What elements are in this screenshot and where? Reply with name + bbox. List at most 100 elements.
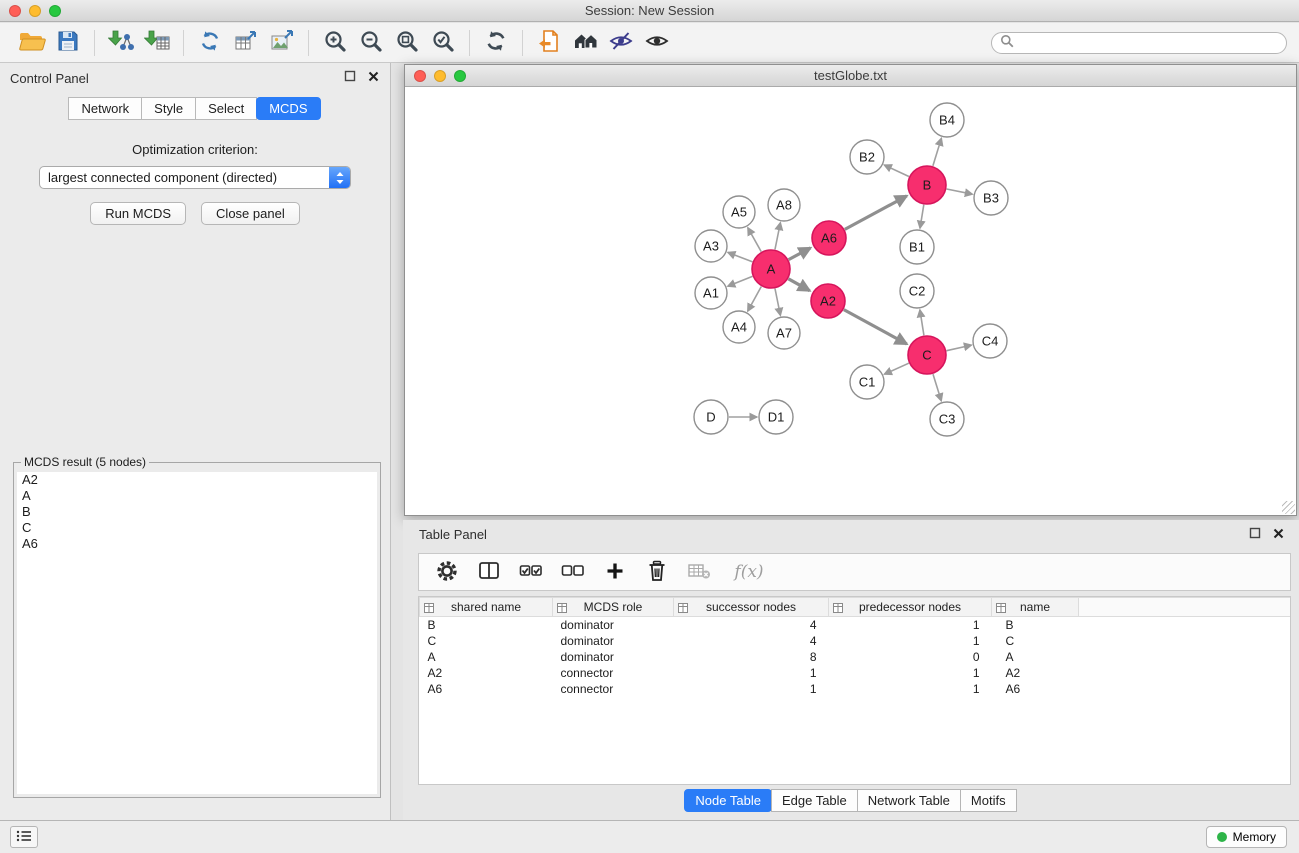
mcds-result-list[interactable]: A2 A B C A6 [17, 472, 377, 794]
tab-select[interactable]: Select [195, 97, 257, 120]
zoom-selected-button[interactable] [425, 27, 461, 59]
graph-node-A1[interactable]: A1 [695, 277, 727, 309]
graph-node-A[interactable]: A [752, 250, 790, 288]
column-header-mcds-role[interactable]: MCDS role [553, 598, 674, 617]
export-network-button[interactable] [192, 27, 228, 59]
graph-edge-A-A2[interactable] [788, 279, 809, 291]
list-item[interactable]: A [17, 488, 377, 504]
graph-node-A3[interactable]: A3 [695, 230, 727, 262]
graph-node-A8[interactable]: A8 [768, 189, 800, 221]
delete-table-button[interactable] [685, 557, 713, 587]
close-panel-button[interactable] [1271, 527, 1285, 541]
import-table-button[interactable] [139, 27, 175, 59]
tab-network-table[interactable]: Network Table [857, 789, 961, 812]
graph-node-B1[interactable]: B1 [900, 230, 934, 264]
graph-edge-A-A4[interactable] [748, 287, 762, 312]
graph-node-A4[interactable]: A4 [723, 311, 755, 343]
graph-node-C1[interactable]: C1 [850, 365, 884, 399]
graph-node-C2[interactable]: C2 [900, 274, 934, 308]
graph-node-B2[interactable]: B2 [850, 140, 884, 174]
close-panel-button[interactable] [366, 70, 380, 84]
graph-edge-A2-C[interactable] [844, 310, 907, 344]
add-column-button[interactable] [601, 557, 629, 587]
table-settings-button[interactable] [433, 557, 461, 587]
list-item[interactable]: C [17, 520, 377, 536]
graph-node-A2[interactable]: A2 [811, 284, 845, 318]
graph-edge-B-B2[interactable] [884, 165, 909, 177]
graph-node-B4[interactable]: B4 [930, 103, 964, 137]
show-graphics-button[interactable] [639, 27, 675, 59]
minimize-window-button[interactable] [29, 5, 41, 17]
home-layout-button[interactable] [567, 27, 603, 59]
column-header-successor-nodes[interactable]: successor nodes [674, 598, 829, 617]
graph-edge-A-A7[interactable] [775, 289, 780, 316]
table-row[interactable]: A2connector11A2 [420, 665, 1291, 681]
graph-edge-A-A1[interactable] [728, 276, 753, 286]
graph-edge-A-A3[interactable] [728, 252, 753, 261]
graph-edge-A-A6[interactable] [789, 248, 811, 260]
graph-edge-B-B4[interactable] [933, 138, 942, 166]
column-header-predecessor-nodes[interactable]: predecessor nodes [829, 598, 992, 617]
export-table-button[interactable] [228, 27, 264, 59]
graph-node-C[interactable]: C [908, 336, 946, 374]
network-graph[interactable]: B4B2BB3A5A8A6B1A3AC2A1A2A4A7C4CC1DD1C3 [405, 88, 1296, 516]
close-window-button[interactable] [414, 70, 426, 82]
import-network-button[interactable] [103, 27, 139, 59]
graph-node-D1[interactable]: D1 [759, 400, 793, 434]
table-row[interactable]: Bdominator41B [420, 617, 1291, 633]
search-input[interactable] [1019, 36, 1278, 50]
tab-motifs[interactable]: Motifs [960, 789, 1017, 812]
zoom-in-button[interactable] [317, 27, 353, 59]
save-session-button[interactable] [50, 27, 86, 59]
graph-node-B[interactable]: B [908, 166, 946, 204]
memory-button[interactable]: Memory [1206, 826, 1287, 848]
graph-edge-C-C4[interactable] [947, 345, 972, 351]
function-builder-button[interactable]: f(x) [727, 557, 771, 587]
table-row[interactable]: Cdominator41C [420, 633, 1291, 649]
app-titlebar[interactable]: Session: New Session [0, 0, 1299, 22]
run-mcds-button[interactable]: Run MCDS [90, 202, 186, 225]
network-canvas[interactable]: B4B2BB3A5A8A6B1A3AC2A1A2A4A7C4CC1DD1C3 [405, 88, 1296, 515]
zoom-fit-button[interactable] [389, 27, 425, 59]
graph-edge-A6-B[interactable] [845, 196, 907, 230]
graph-edge-C-C3[interactable] [933, 374, 941, 401]
list-item[interactable]: B [17, 504, 377, 520]
graph-edge-A-A5[interactable] [748, 228, 761, 252]
zoom-window-button[interactable] [454, 70, 466, 82]
open-session-button[interactable] [14, 27, 50, 59]
float-panel-button[interactable] [343, 70, 357, 84]
graph-edge-B-B3[interactable] [947, 189, 973, 194]
delete-column-button[interactable] [643, 557, 671, 587]
close-window-button[interactable] [9, 5, 21, 17]
zoom-window-button[interactable] [49, 5, 61, 17]
tab-style[interactable]: Style [141, 97, 196, 120]
graph-node-C4[interactable]: C4 [973, 324, 1007, 358]
export-image-button[interactable] [264, 27, 300, 59]
search-field[interactable] [991, 32, 1287, 54]
float-panel-button[interactable] [1248, 527, 1262, 541]
toggle-details-button[interactable] [603, 27, 639, 59]
select-all-button[interactable] [517, 557, 545, 587]
unselect-all-button[interactable] [559, 557, 587, 587]
graph-edge-C-C1[interactable] [884, 363, 909, 374]
graph-node-A7[interactable]: A7 [768, 317, 800, 349]
list-item[interactable]: A6 [17, 536, 377, 552]
network-window-titlebar[interactable]: testGlobe.txt [405, 65, 1296, 87]
graph-node-C3[interactable]: C3 [930, 402, 964, 436]
graph-edge-A-A8[interactable] [775, 223, 780, 250]
graph-node-A5[interactable]: A5 [723, 196, 755, 228]
table-row[interactable]: Adominator80A [420, 649, 1291, 665]
open-document-button[interactable] [531, 27, 567, 59]
graph-edge-B-B1[interactable] [920, 205, 924, 229]
graph-edge-C-C2[interactable] [920, 310, 924, 335]
tab-network[interactable]: Network [68, 97, 142, 120]
tab-node-table[interactable]: Node Table [684, 789, 772, 812]
tab-edge-table[interactable]: Edge Table [771, 789, 858, 812]
graph-node-D[interactable]: D [694, 400, 728, 434]
node-table-container[interactable]: shared name MCDS role successor nodes pr… [418, 596, 1291, 785]
table-row[interactable]: A6connector11A6 [420, 681, 1291, 697]
refresh-view-button[interactable] [478, 27, 514, 59]
close-panel-action-button[interactable]: Close panel [201, 202, 300, 225]
graph-node-B3[interactable]: B3 [974, 181, 1008, 215]
list-item[interactable]: A2 [17, 472, 377, 488]
